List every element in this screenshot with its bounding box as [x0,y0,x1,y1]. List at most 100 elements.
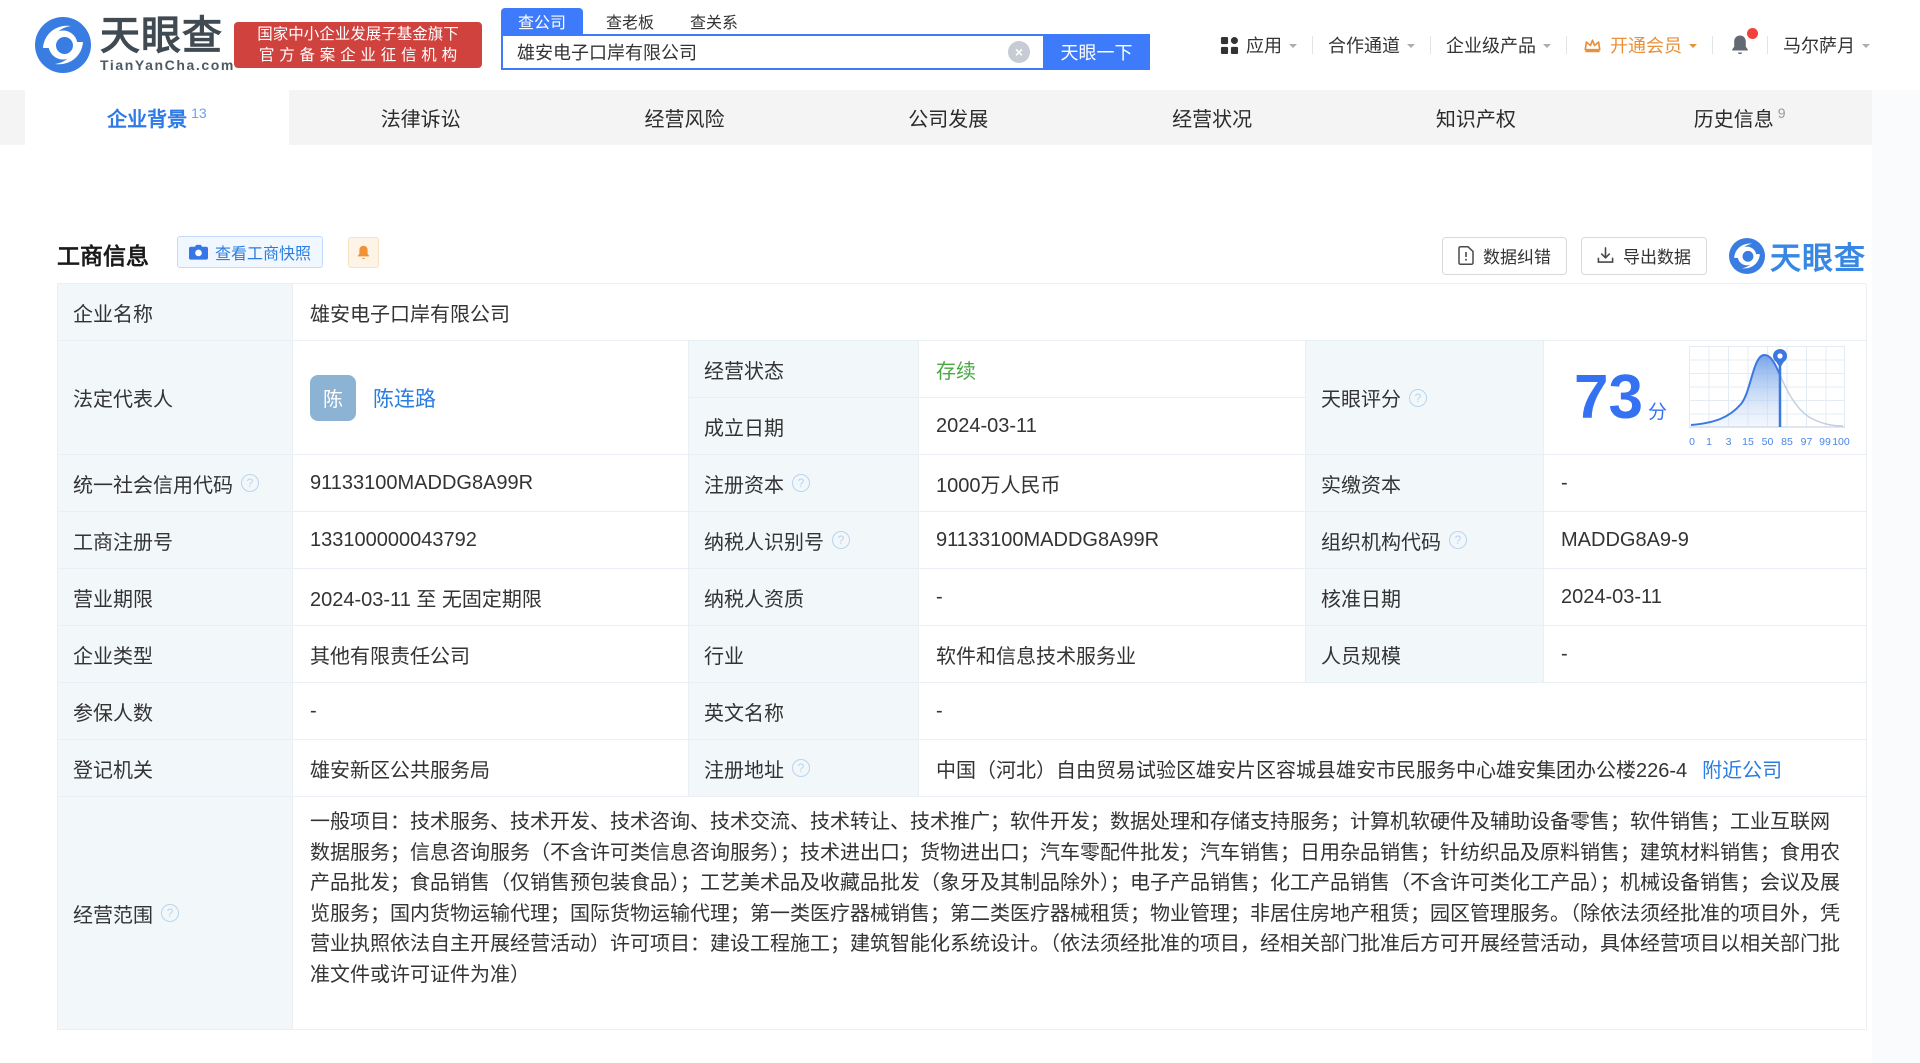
monitor-bell-button[interactable] [348,237,379,268]
chart-x-axis: 0 1 3 15 50 85 97 99 100 [1689,436,1850,448]
label-english-name: 英文名称 [689,683,919,740]
document-alert-icon [1458,246,1474,265]
badge-line1: 国家中小企业发展子基金旗下 [257,26,459,43]
status-badge: 存续 [936,360,976,383]
value-legal-rep: 陈 陈连路 [293,341,689,455]
value-taxpayer-id: 91133100MADDG8A99R [919,512,1306,569]
section-title: 工商信息 [57,243,149,269]
search-input[interactable] [501,34,1043,70]
value-company-name: 雄安电子口岸有限公司 [293,284,1867,341]
tab-legal-proceedings[interactable]: 法律诉讼 [289,90,553,145]
value-registered-address: 中国（河北）自由贸易试验区雄安片区容城县雄安市民服务中心雄安集团办公楼226-4… [919,740,1867,797]
notification-dot [1747,28,1758,39]
business-snapshot-button[interactable]: 查看工商快照 [177,236,324,268]
tab-operating-status[interactable]: 经营状况 [1080,90,1344,145]
label-registration-number: 工商注册号 [58,512,293,569]
download-icon [1597,247,1614,263]
clear-search-icon[interactable]: × [1008,41,1030,63]
help-icon[interactable]: ? [1409,388,1427,407]
chevron-down-icon [1543,43,1551,52]
search-tabs: 查公司 查老板 查关系 [501,8,1150,34]
badge-line2: 官方备案企业征信机构 [258,47,462,64]
help-icon[interactable]: ? [792,759,810,777]
help-icon[interactable]: ? [241,474,259,492]
tab-company-development[interactable]: 公司发展 [816,90,1080,145]
brand-name: 天眼查 [100,14,223,58]
chevron-down-icon [1289,43,1297,52]
label-paid-capital: 实缴资本 [1306,455,1544,512]
label-registered-capital: 注册资本? [689,455,919,512]
tianyancha-logo-icon [35,16,91,73]
search-area: 查公司 查老板 查关系 × 天眼一下 [501,8,1150,70]
label-business-term: 营业期限 [58,569,293,626]
value-approval-date: 2024-03-11 [1544,569,1867,626]
search-button[interactable]: 天眼一下 [1043,34,1150,70]
tianyancha-watermark: 天眼查 [1729,233,1866,278]
search-tab-relation[interactable]: 查关系 [679,8,749,34]
score-unit: 分 [1647,402,1667,423]
label-company-type: 企业类型 [58,626,293,683]
nav-partnership[interactable]: 合作通道 [1328,32,1415,58]
value-staff-size: - [1544,626,1867,683]
tianyancha-logo[interactable]: 天眼查 TianYanCha.com [35,16,235,73]
label-approval-date: 核准日期 [1306,569,1544,626]
label-registry-authority: 登记机关 [58,740,293,797]
tab-company-background[interactable]: 企业背景 13 [25,90,289,145]
chevron-down-icon [1689,43,1697,52]
value-industry: 软件和信息技术服务业 [919,626,1306,683]
value-taxpayer-quality: - [919,569,1306,626]
value-business-scope: 一般项目：技术服务、技术开发、技术咨询、技术交流、技术转让、技术推广；软件开发；… [293,797,1867,1030]
tab-history-info[interactable]: 历史信息 9 [1608,90,1872,145]
label-registered-address: 注册地址? [689,740,919,797]
notifications-bell[interactable] [1728,28,1758,57]
business-info-table: 企业名称 雄安电子口岸有限公司 法定代表人 陈 陈连路 经营状态 存续 天眼评分… [57,283,1867,1030]
help-icon[interactable]: ? [792,474,810,492]
label-business-scope: 经营范围? [58,797,293,1030]
section-header: 工商信息 查看工商快照 数据纠错 导出数据 天眼查 [57,233,1866,276]
value-org-code: MADDG8A9-9 [1544,512,1867,569]
label-established-date: 成立日期 [689,398,919,455]
label-legal-rep: 法定代表人 [58,341,293,455]
tab-operation-risk[interactable]: 经营风险 [553,90,817,145]
tab-intellectual-property[interactable]: 知识产权 [1344,90,1608,145]
help-icon[interactable]: ? [1449,531,1467,549]
value-english-name: - [919,683,1867,740]
help-icon[interactable]: ? [161,904,179,922]
section-tabs: 企业背景 13 法律诉讼 经营风险 公司发展 经营状况 知识产权 历史信息 9 [0,90,1872,145]
label-staff-size: 人员规模 [1306,626,1544,683]
score-distribution-chart: 0 1 3 15 50 85 97 99 100 [1688,346,1850,449]
value-paid-capital: - [1544,455,1867,512]
value-established-date: 2024-03-11 [919,398,1306,455]
nav-apps[interactable]: 应用 [1220,32,1297,58]
value-registered-capital: 1000万人民币 [919,455,1306,512]
label-industry: 行业 [689,626,919,683]
camera-icon [189,244,208,260]
label-org-code: 组织机构代码? [1306,512,1544,569]
apps-grid-icon [1220,36,1239,54]
value-score: 73 分 0 1 3 15 50 85 97 99 100 [1544,341,1867,455]
export-data-button[interactable]: 导出数据 [1581,236,1707,275]
label-credit-code: 统一社会信用代码? [58,455,293,512]
nav-enterprise-products[interactable]: 企业级产品 [1446,32,1551,58]
username: 马尔萨月 [1783,36,1855,56]
certification-badge: 国家中小企业发展子基金旗下 官方备案企业征信机构 [234,22,482,68]
user-menu[interactable]: 马尔萨月 [1783,32,1870,58]
chevron-down-icon [1407,43,1415,52]
score-number: 73 [1574,362,1643,432]
label-taxpayer-quality: 纳税人资质 [689,569,919,626]
value-insured-count: - [293,683,689,740]
search-tab-company[interactable]: 查公司 [501,8,584,34]
value-credit-code: 91133100MADDG8A99R [293,455,689,512]
crown-icon [1584,38,1601,52]
search-tab-boss[interactable]: 查老板 [595,8,665,34]
legal-rep-link[interactable]: 陈连路 [373,383,436,413]
value-registration-number: 133100000043792 [293,512,689,569]
help-icon[interactable]: ? [832,531,850,549]
nav-vip-membership[interactable]: 开通会员 [1582,32,1697,58]
data-correction-button[interactable]: 数据纠错 [1442,236,1567,275]
label-status: 经营状态 [689,341,919,398]
header: 天眼查 TianYanCha.com 国家中小企业发展子基金旗下 官方备案企业征… [0,0,1920,90]
label-insured-count: 参保人数 [58,683,293,740]
nearby-companies-link[interactable]: 附近公司 [1702,754,1782,783]
label-score: 天眼评分? [1306,341,1544,455]
